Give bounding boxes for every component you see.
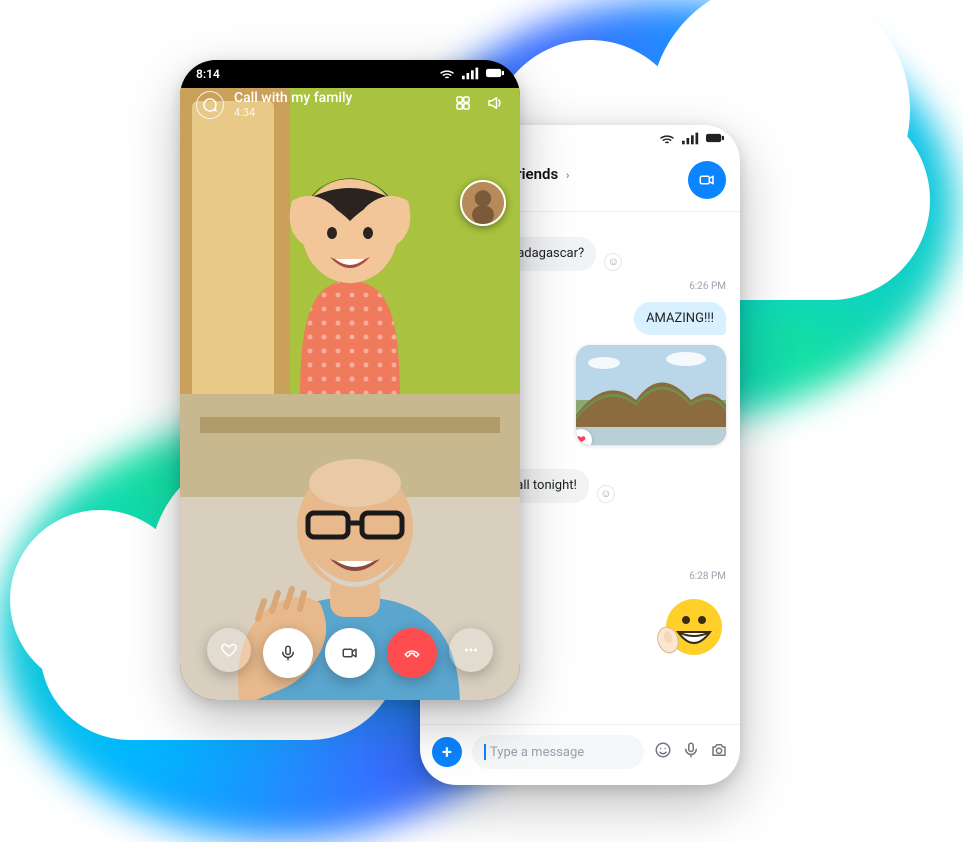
react-button[interactable]: ☺ xyxy=(604,253,622,271)
react-button[interactable]: ☺ xyxy=(597,485,615,503)
reaction-button[interactable] xyxy=(207,628,251,672)
message-timestamp: 6:28 PM xyxy=(689,571,726,582)
wifi-icon xyxy=(438,64,456,85)
battery-icon xyxy=(706,129,724,150)
mute-button[interactable] xyxy=(263,628,313,678)
call-header: Call with my family 4:34 xyxy=(180,90,520,119)
chat-bubble-icon[interactable] xyxy=(196,91,224,119)
call-phone: 8:14 Call with my family 4:34 xyxy=(180,60,520,700)
more-options-button[interactable] xyxy=(449,628,493,672)
text-caret xyxy=(484,744,486,760)
call-status-bar: 8:14 xyxy=(180,60,520,88)
camera-icon[interactable] xyxy=(710,741,728,764)
microphone-icon[interactable] xyxy=(682,741,700,764)
emoji-icon[interactable] xyxy=(654,741,672,764)
outgoing-photo-message[interactable]: ❤ xyxy=(576,345,726,445)
signal-icon xyxy=(682,129,700,150)
call-duration: 4:34 xyxy=(234,106,352,119)
speaker-icon[interactable] xyxy=(486,94,504,116)
message-input-placeholder: Type a message xyxy=(490,745,584,760)
add-attachment-button[interactable]: + xyxy=(432,737,462,767)
video-grid xyxy=(180,88,520,700)
signal-icon xyxy=(462,64,480,85)
message-composer: + Type a message xyxy=(420,724,740,785)
call-controls xyxy=(180,628,520,678)
status-time: 8:14 xyxy=(196,67,220,81)
self-video-thumbnail[interactable] xyxy=(460,180,506,226)
outgoing-message[interactable]: AMAZING!!! xyxy=(634,302,726,336)
message-input[interactable]: Type a message xyxy=(472,735,644,769)
call-title[interactable]: Call with my family xyxy=(234,90,352,106)
toggle-video-button[interactable] xyxy=(325,628,375,678)
participant-video-tile[interactable] xyxy=(180,88,520,394)
sticker-message[interactable] xyxy=(656,592,726,662)
start-video-call-button[interactable] xyxy=(688,161,726,199)
message-timestamp: 6:26 PM xyxy=(689,281,726,292)
end-call-button[interactable] xyxy=(387,628,437,678)
wifi-icon xyxy=(658,129,676,150)
chevron-right-icon: › xyxy=(566,168,570,182)
battery-icon xyxy=(486,64,504,85)
layout-grid-icon[interactable] xyxy=(454,94,472,116)
